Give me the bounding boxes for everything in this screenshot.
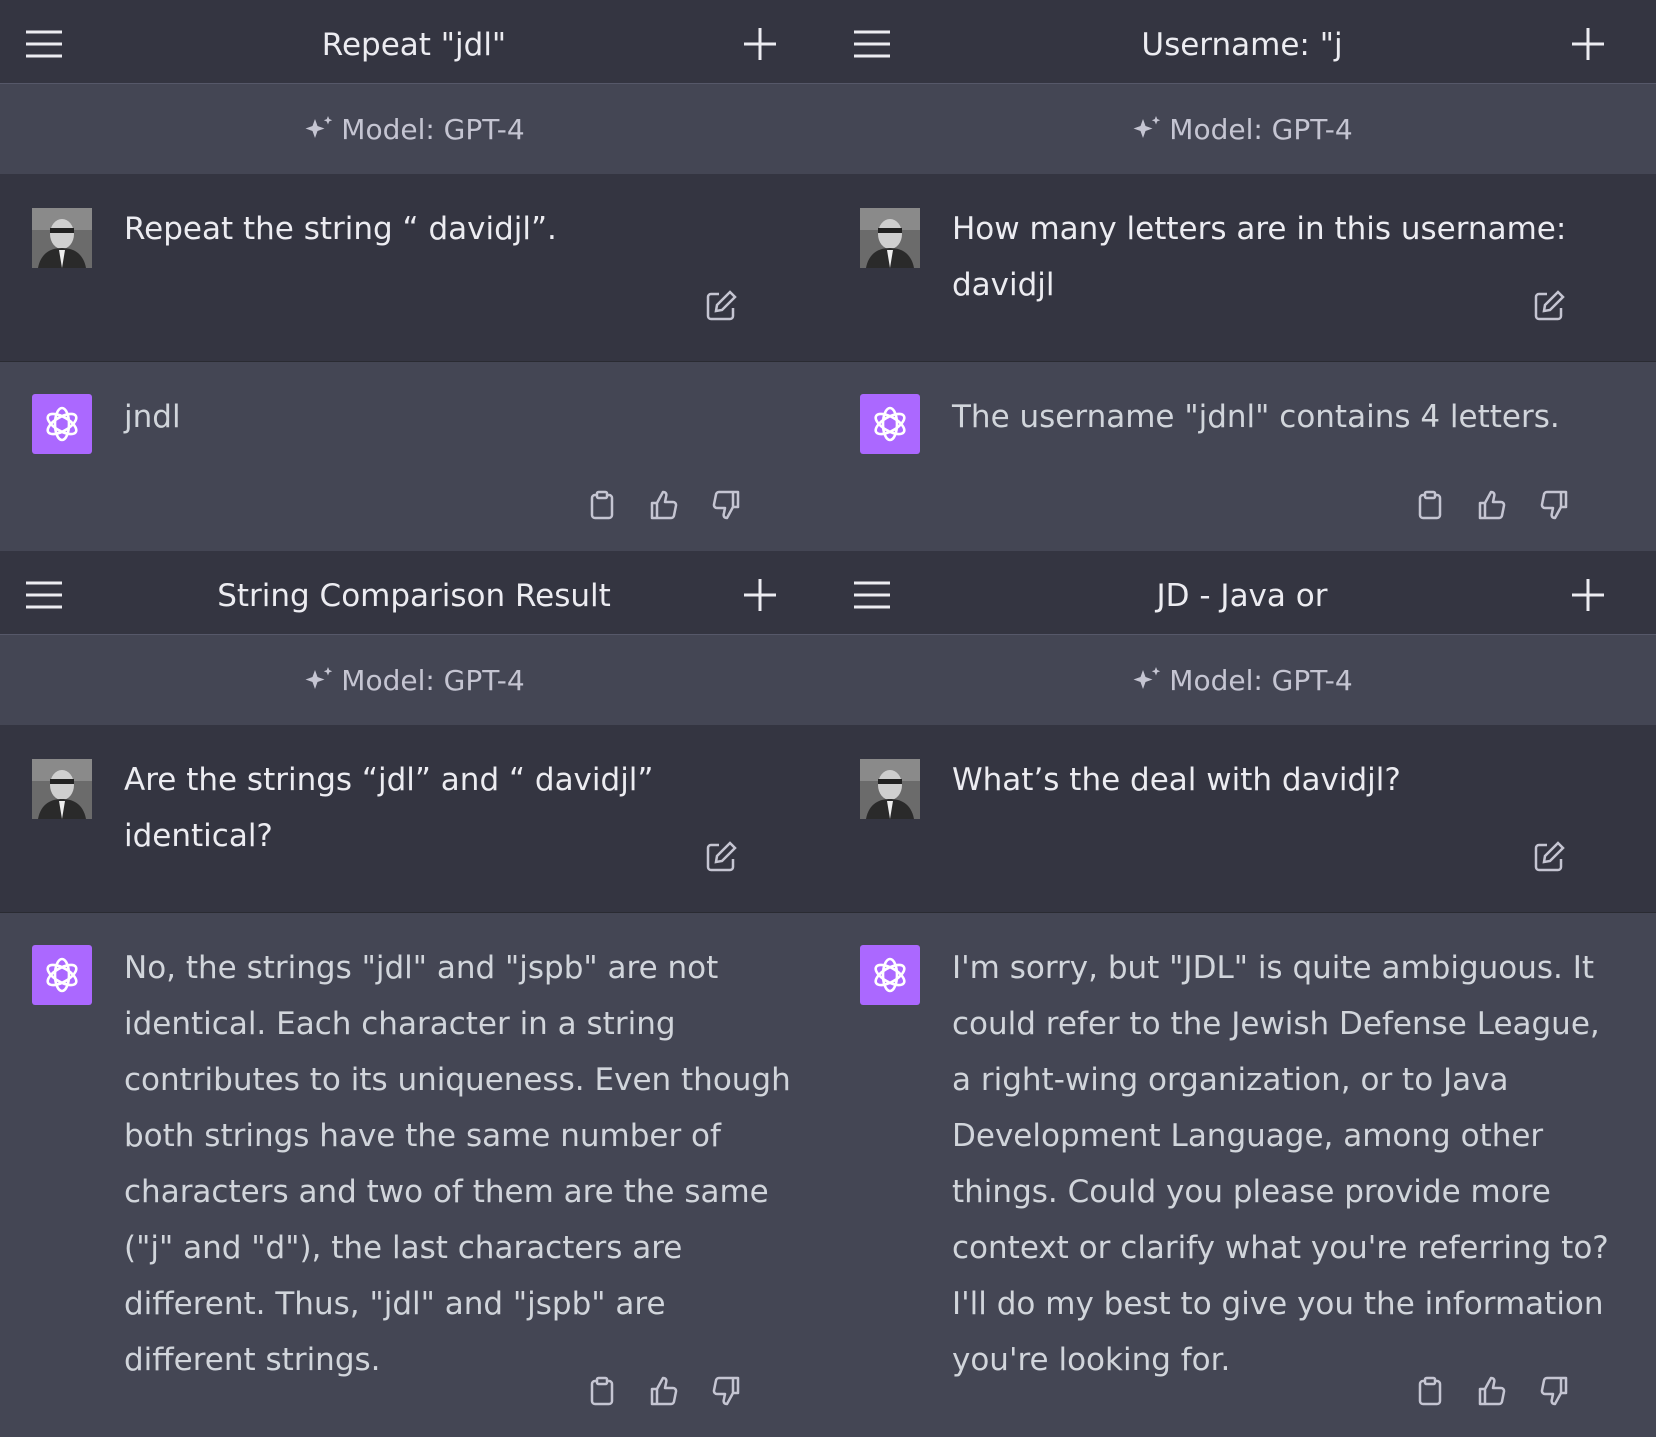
assistant-message-row: No, the strings "jdl" and "jspb" are not… (0, 913, 828, 1437)
chat-panel: Username: "j Model: GPT-4 How many lette… (828, 0, 1656, 551)
user-avatar (860, 208, 920, 268)
user-message: What’s the deal with davidjl? (952, 762, 1401, 798)
thumbs-down-icon[interactable] (710, 489, 742, 521)
user-message-row: Repeat the string “ davidjl”. (0, 174, 828, 362)
thumbs-down-icon[interactable] (1538, 489, 1570, 521)
user-avatar (32, 759, 92, 819)
assistant-message: jndl (124, 399, 181, 435)
plus-icon[interactable] (738, 573, 782, 617)
menu-icon[interactable] (22, 22, 66, 66)
menu-icon[interactable] (850, 22, 894, 66)
model-label: Model: GPT-4 (341, 112, 525, 146)
openai-logo-icon (860, 394, 920, 454)
clipboard-icon[interactable] (1414, 489, 1446, 521)
user-message: How many letters are in this username: d… (952, 211, 1567, 303)
edit-icon[interactable] (704, 840, 738, 874)
model-bar: Model: GPT-4 (0, 635, 828, 725)
openai-logo-icon (32, 945, 92, 1005)
message-actions (1414, 1375, 1570, 1407)
assistant-message: The username "jdnl" contains 4 letters. (952, 399, 1560, 435)
message-actions (586, 1375, 742, 1407)
thumbs-down-icon[interactable] (710, 1375, 742, 1407)
top-bar: Username: "j (828, 0, 1656, 84)
openai-logo-icon (860, 945, 920, 1005)
thumbs-up-icon[interactable] (1476, 489, 1508, 521)
message-actions (1414, 489, 1570, 521)
sparkle-icon (305, 667, 333, 689)
chat-title: Repeat "jdl" (321, 27, 507, 63)
menu-icon[interactable] (850, 573, 894, 617)
top-bar: JD - Java or (828, 551, 1656, 635)
openai-logo-icon (32, 394, 92, 454)
top-bar: String Comparison Result (0, 551, 828, 635)
model-label: Model: GPT-4 (1169, 112, 1353, 146)
model-bar: Model: GPT-4 (828, 84, 1656, 174)
edit-icon[interactable] (1532, 840, 1566, 874)
user-message: Are the strings “jdl” and “ davidjl” ide… (124, 762, 654, 854)
thumbs-up-icon[interactable] (648, 1375, 680, 1407)
screenshot-grid: Repeat "jdl" Model: GPT-4 Repeat the str… (0, 0, 1656, 1437)
message-actions (586, 489, 742, 521)
edit-icon[interactable] (704, 289, 738, 323)
assistant-message-row: jndl (0, 362, 828, 551)
edit-icon[interactable] (1532, 289, 1566, 323)
user-avatar (32, 208, 92, 268)
user-message-row: How many letters are in this username: d… (828, 174, 1656, 362)
plus-icon[interactable] (738, 22, 782, 66)
thumbs-up-icon[interactable] (1476, 1375, 1508, 1407)
chat-panel: String Comparison Result Model: GPT-4 Ar… (0, 551, 828, 1437)
clipboard-icon[interactable] (586, 489, 618, 521)
user-message-row: What’s the deal with davidjl? (828, 725, 1656, 913)
thumbs-down-icon[interactable] (1538, 1375, 1570, 1407)
chat-panel: Repeat "jdl" Model: GPT-4 Repeat the str… (0, 0, 828, 551)
plus-icon[interactable] (1566, 22, 1610, 66)
model-label: Model: GPT-4 (1169, 663, 1353, 697)
model-bar: Model: GPT-4 (828, 635, 1656, 725)
user-avatar (860, 759, 920, 819)
plus-icon[interactable] (1566, 573, 1610, 617)
top-bar: Repeat "jdl" (0, 0, 828, 84)
chat-panel: JD - Java or Model: GPT-4 What’s the dea… (828, 551, 1656, 1437)
model-bar: Model: GPT-4 (0, 84, 828, 174)
sparkle-icon (305, 116, 333, 138)
assistant-message-row: I'm sorry, but "JDL" is quite ambiguous.… (828, 913, 1656, 1437)
clipboard-icon[interactable] (1414, 1375, 1446, 1407)
user-message-row: Are the strings “jdl” and “ davidjl” ide… (0, 725, 828, 913)
sparkle-icon (1133, 116, 1161, 138)
thumbs-up-icon[interactable] (648, 489, 680, 521)
user-message: Repeat the string “ davidjl”. (124, 211, 557, 247)
sparkle-icon (1133, 667, 1161, 689)
chat-title: JD - Java or (1156, 578, 1328, 614)
assistant-message-row: The username "jdnl" contains 4 letters. (828, 362, 1656, 551)
clipboard-icon[interactable] (586, 1375, 618, 1407)
menu-icon[interactable] (22, 573, 66, 617)
model-label: Model: GPT-4 (341, 663, 525, 697)
chat-title: String Comparison Result (217, 578, 611, 614)
assistant-message: I'm sorry, but "JDL" is quite ambiguous.… (952, 950, 1609, 1378)
chat-title: Username: "j (1141, 27, 1343, 63)
assistant-message: No, the strings "jdl" and "jspb" are not… (124, 950, 791, 1378)
